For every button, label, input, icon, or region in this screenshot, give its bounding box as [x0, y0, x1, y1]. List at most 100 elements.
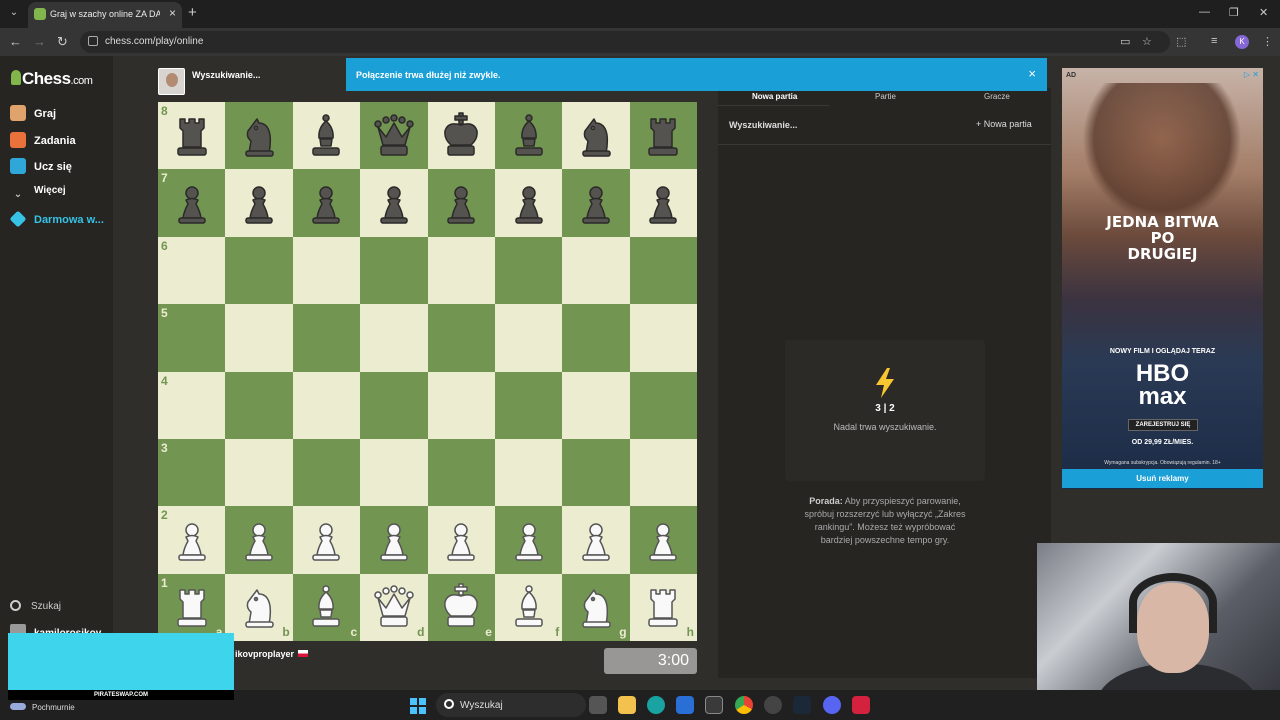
- square-c4[interactable]: [292, 371, 361, 439]
- black-rook-icon[interactable]: [167, 111, 217, 161]
- white-pawn-icon[interactable]: [638, 515, 688, 565]
- square-f6[interactable]: [494, 236, 563, 305]
- app-icon[interactable]: [852, 696, 870, 714]
- white-pawn-icon[interactable]: [301, 515, 351, 565]
- chess-logo[interactable]: Chess.com: [11, 69, 93, 89]
- square-a5[interactable]: 5: [158, 304, 226, 372]
- square-b7[interactable]: [225, 169, 293, 237]
- square-d8[interactable]: [360, 102, 428, 170]
- black-pawn-icon[interactable]: [301, 178, 351, 228]
- square-f2[interactable]: [494, 506, 563, 574]
- black-bishop-icon[interactable]: [504, 111, 554, 161]
- square-d2[interactable]: [360, 506, 428, 574]
- white-pawn-icon[interactable]: [369, 515, 419, 565]
- square-b4[interactable]: [225, 371, 293, 439]
- white-queen-icon[interactable]: [369, 582, 419, 632]
- discord-icon[interactable]: [823, 696, 841, 714]
- ad-choices-icon[interactable]: ▷ ✕: [1244, 70, 1259, 79]
- square-f3[interactable]: [494, 438, 563, 507]
- black-pawn-icon[interactable]: [571, 178, 621, 228]
- square-b2[interactable]: [225, 506, 293, 574]
- white-pawn-icon[interactable]: [504, 515, 554, 565]
- sidebar-item-learn[interactable]: Ucz się: [10, 158, 72, 176]
- white-rook-icon[interactable]: [167, 582, 217, 632]
- square-e3[interactable]: [427, 438, 495, 507]
- site-info-icon[interactable]: [88, 36, 98, 46]
- square-f5[interactable]: [494, 304, 563, 372]
- tab-search-chevron-icon[interactable]: ⌄: [6, 5, 22, 21]
- square-d5[interactable]: [360, 304, 428, 372]
- white-knight-icon[interactable]: [234, 582, 284, 632]
- square-d1[interactable]: d: [360, 573, 428, 641]
- square-h6[interactable]: [629, 236, 697, 305]
- black-knight-icon[interactable]: [234, 111, 284, 161]
- black-queen-icon[interactable]: [369, 111, 419, 161]
- square-b1[interactable]: b: [225, 573, 293, 641]
- new-tab-button[interactable]: +: [188, 4, 197, 21]
- sidebar-item-puzzles[interactable]: Zadania: [10, 132, 76, 150]
- back-icon[interactable]: ←: [9, 34, 22, 49]
- weather-widget[interactable]: Pochmurnie: [10, 703, 75, 712]
- square-g2[interactable]: [562, 506, 630, 574]
- square-a8[interactable]: 8: [158, 102, 226, 170]
- square-h7[interactable]: [629, 169, 697, 237]
- black-pawn-icon[interactable]: [504, 178, 554, 228]
- reading-list-icon[interactable]: ≡: [1211, 35, 1217, 47]
- square-g5[interactable]: [562, 304, 630, 372]
- outlook-icon[interactable]: [676, 696, 694, 714]
- square-e1[interactable]: e: [427, 573, 495, 641]
- sidebar-search[interactable]: Szukaj: [10, 600, 61, 612]
- black-rook-icon[interactable]: [638, 111, 688, 161]
- square-e5[interactable]: [427, 304, 495, 372]
- white-rook-icon[interactable]: [638, 582, 688, 632]
- square-a7[interactable]: 7: [158, 169, 226, 237]
- tab-games[interactable]: Partie: [875, 92, 896, 101]
- close-window-button[interactable]: ✕: [1259, 6, 1268, 19]
- black-pawn-icon[interactable]: [436, 178, 486, 228]
- square-d4[interactable]: [360, 371, 428, 439]
- windows-start-icon[interactable]: [410, 698, 426, 714]
- extensions-icon[interactable]: ⬚: [1176, 35, 1186, 48]
- black-pawn-icon[interactable]: [167, 178, 217, 228]
- square-a3[interactable]: 3: [158, 438, 226, 507]
- square-c1[interactable]: c: [292, 573, 361, 641]
- square-c2[interactable]: [292, 506, 361, 574]
- square-c8[interactable]: [292, 102, 361, 170]
- square-c6[interactable]: [292, 236, 361, 305]
- minimize-button[interactable]: —: [1199, 6, 1210, 18]
- square-e7[interactable]: [427, 169, 495, 237]
- sidebar-item-more[interactable]: ⌄ Więcej: [10, 185, 66, 203]
- steam-icon[interactable]: [793, 696, 811, 714]
- square-f8[interactable]: [494, 102, 563, 170]
- square-g1[interactable]: g: [562, 573, 630, 641]
- file-explorer-icon[interactable]: [618, 696, 636, 714]
- remove-ads-button[interactable]: Usuń reklamy: [1062, 469, 1263, 488]
- black-pawn-icon[interactable]: [638, 178, 688, 228]
- square-d3[interactable]: [360, 438, 428, 507]
- square-g7[interactable]: [562, 169, 630, 237]
- square-a2[interactable]: 2: [158, 506, 226, 574]
- bookmark-star-icon[interactable]: ☆: [1142, 35, 1152, 48]
- black-pawn-icon[interactable]: [234, 178, 284, 228]
- square-e2[interactable]: [427, 506, 495, 574]
- square-a1[interactable]: 1a: [158, 573, 226, 641]
- square-h8[interactable]: [629, 102, 697, 170]
- white-bishop-icon[interactable]: [504, 582, 554, 632]
- taskbar-search[interactable]: Wyszukaj: [436, 693, 586, 717]
- new-game-button[interactable]: + Nowa partia: [976, 119, 1032, 129]
- square-b6[interactable]: [225, 236, 293, 305]
- black-king-icon[interactable]: [436, 111, 486, 161]
- square-h4[interactable]: [629, 371, 697, 439]
- url-bar[interactable]: chess.com/play/online: [80, 31, 1170, 53]
- black-knight-icon[interactable]: [571, 111, 621, 161]
- tab-close-icon[interactable]: ×: [169, 6, 176, 20]
- square-a6[interactable]: 6: [158, 236, 226, 305]
- square-c7[interactable]: [292, 169, 361, 237]
- reload-icon[interactable]: ↻: [57, 34, 68, 50]
- white-pawn-icon[interactable]: [167, 515, 217, 565]
- banner-close-icon[interactable]: ×: [1028, 66, 1036, 81]
- forward-icon[interactable]: →: [33, 34, 46, 49]
- square-g4[interactable]: [562, 371, 630, 439]
- profile-avatar[interactable]: K: [1235, 35, 1249, 49]
- square-h5[interactable]: [629, 304, 697, 372]
